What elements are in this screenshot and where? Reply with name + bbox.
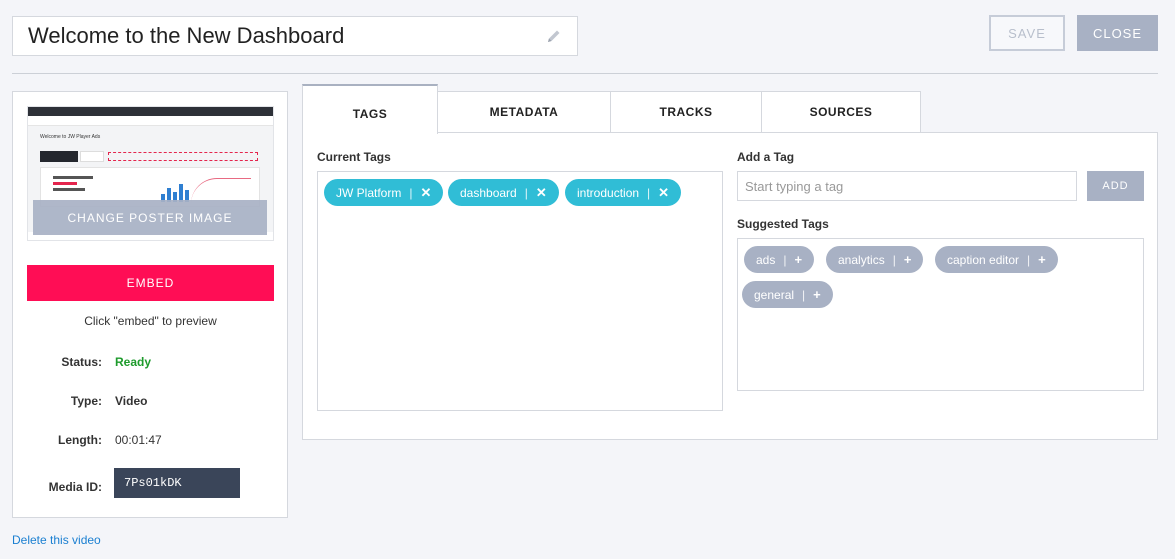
tab-sources[interactable]: SOURCES bbox=[761, 91, 921, 133]
tag-separator: | bbox=[409, 185, 413, 200]
suggested-tag-chip: caption editor | + bbox=[935, 246, 1058, 273]
tag-chip: dashboard | ✕ bbox=[448, 179, 559, 206]
tag-label: introduction bbox=[577, 185, 640, 200]
plus-icon[interactable]: + bbox=[813, 287, 821, 302]
current-tags-box[interactable]: JW Platform | ✕ dashboard | ✕ introducti… bbox=[317, 171, 723, 411]
delete-video-link[interactable]: Delete this video bbox=[12, 533, 101, 547]
poster-upload-zone bbox=[108, 152, 258, 161]
tag-label: dashboard bbox=[460, 185, 517, 200]
length-value: 00:01:47 bbox=[115, 433, 162, 447]
tag-separator: | bbox=[892, 252, 896, 267]
tag-separator: | bbox=[647, 185, 651, 200]
embed-hint: Click "embed" to preview bbox=[84, 314, 217, 328]
suggested-tag-chip: ads | + bbox=[744, 246, 815, 273]
status-label: Status: bbox=[61, 355, 102, 369]
length-row: Length: 00:01:47 bbox=[13, 433, 289, 453]
poster-tab bbox=[80, 151, 104, 162]
tag-label: JW Platform bbox=[336, 185, 402, 200]
tabs-area: TAGS METADATA TRACKS SOURCES Current Tag… bbox=[302, 84, 1158, 440]
type-row: Type: Video bbox=[13, 394, 289, 414]
plus-icon[interactable]: + bbox=[794, 252, 802, 267]
poster-heading: Welcome to JW Player Ads bbox=[40, 134, 101, 140]
change-poster-button[interactable]: CHANGE POSTER IMAGE bbox=[33, 200, 267, 235]
type-value: Video bbox=[115, 394, 148, 408]
tag-chip: introduction | ✕ bbox=[565, 179, 682, 206]
current-tags-label: Current Tags bbox=[317, 150, 391, 164]
media-info-panel: Welcome to JW Player Ads CHANGE POSTER I… bbox=[12, 91, 288, 518]
suggested-tag-chip: analytics | + bbox=[826, 246, 924, 273]
media-id-field[interactable]: 7Ps01kDK bbox=[114, 468, 240, 498]
tag-separator: | bbox=[524, 185, 528, 200]
save-button[interactable]: SAVE bbox=[989, 15, 1065, 51]
tag-separator: | bbox=[1027, 252, 1031, 267]
poster-subbar bbox=[28, 116, 273, 126]
tag-label: analytics bbox=[838, 252, 885, 267]
media-id-label: Media ID: bbox=[48, 480, 102, 494]
tab-tags[interactable]: TAGS bbox=[302, 84, 438, 134]
pencil-icon[interactable] bbox=[546, 28, 562, 44]
length-label: Length: bbox=[58, 433, 102, 447]
add-tag-input[interactable] bbox=[737, 171, 1077, 201]
poster-topbar bbox=[28, 107, 273, 126]
close-button[interactable]: CLOSE bbox=[1077, 15, 1158, 51]
tag-separator: | bbox=[802, 287, 806, 302]
suggested-tags-box: ads | + analytics | + caption editor | +… bbox=[737, 238, 1144, 391]
tab-metadata[interactable]: METADATA bbox=[437, 91, 611, 133]
embed-button[interactable]: EMBED bbox=[27, 265, 274, 301]
suggested-tags-label: Suggested Tags bbox=[737, 217, 829, 231]
tags-tab-panel: Current Tags JW Platform | ✕ dashboard |… bbox=[302, 132, 1158, 440]
status-row: Status: Ready bbox=[13, 355, 289, 375]
close-icon[interactable]: ✕ bbox=[420, 185, 431, 201]
add-tag-button[interactable]: ADD bbox=[1087, 171, 1144, 201]
tag-label: general bbox=[754, 287, 795, 302]
tag-label: ads bbox=[756, 252, 776, 267]
tab-tracks[interactable]: TRACKS bbox=[610, 91, 762, 133]
tag-chip: JW Platform | ✕ bbox=[324, 179, 444, 206]
tag-label: caption editor bbox=[947, 252, 1020, 267]
close-icon[interactable]: ✕ bbox=[658, 185, 669, 201]
plus-icon[interactable]: + bbox=[904, 252, 912, 267]
close-icon[interactable]: ✕ bbox=[536, 185, 547, 201]
plus-icon[interactable]: + bbox=[1038, 252, 1046, 267]
title-input[interactable]: Welcome to the New Dashboard bbox=[12, 16, 578, 56]
poster-quick-publish bbox=[40, 151, 78, 162]
add-tag-label: Add a Tag bbox=[737, 150, 795, 164]
status-badge: Ready bbox=[115, 355, 152, 369]
type-label: Type: bbox=[70, 394, 102, 408]
suggested-tag-chip: general | + bbox=[742, 281, 833, 308]
tag-separator: | bbox=[783, 252, 787, 267]
page-title: Welcome to the New Dashboard bbox=[28, 23, 345, 48]
header-divider bbox=[12, 73, 1158, 74]
